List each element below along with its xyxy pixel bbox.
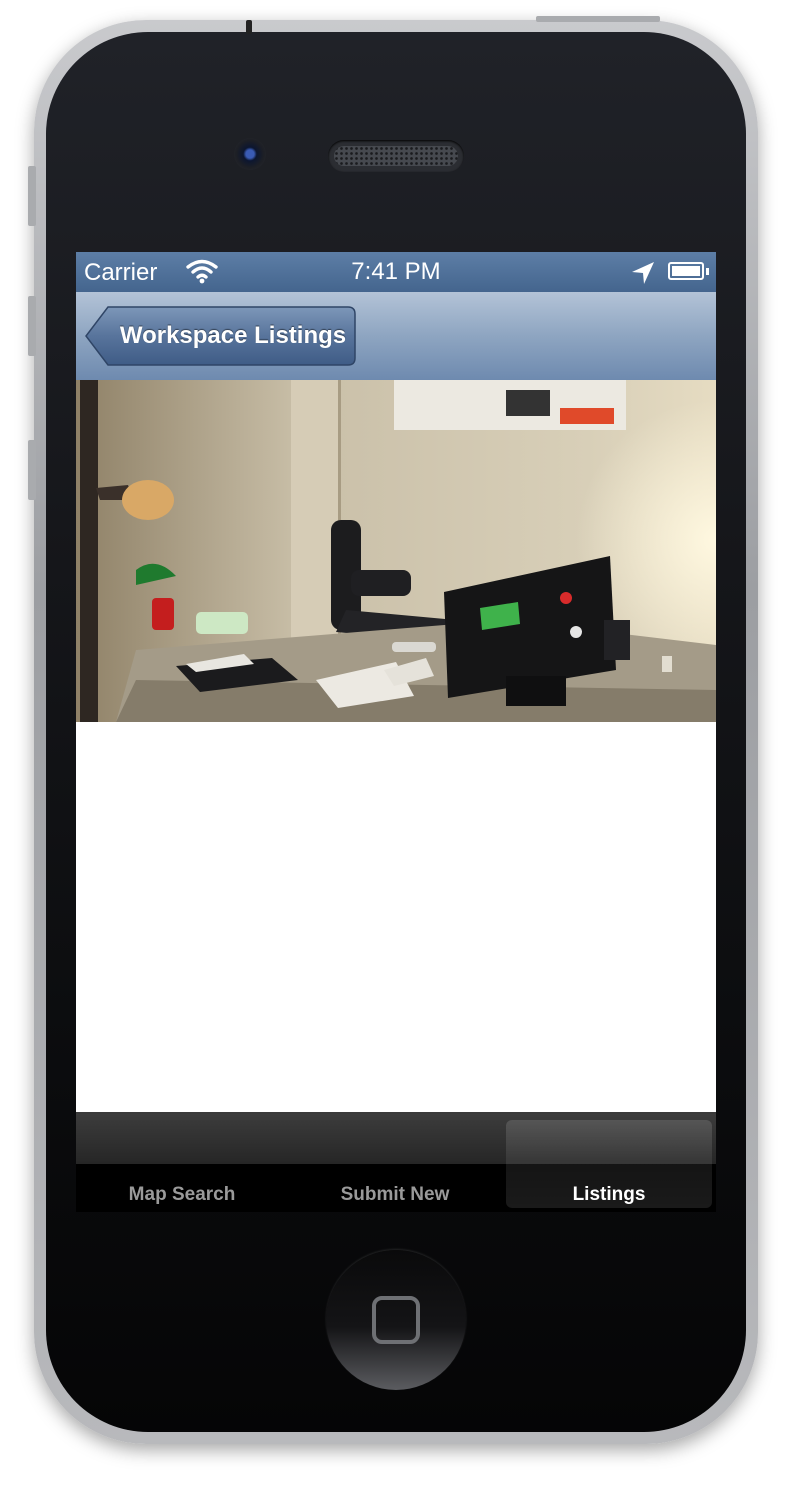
workspace-photo: [76, 380, 716, 722]
tab-bar: Map Search Submit New Listings: [76, 1112, 716, 1212]
back-button[interactable]: Workspace Listings: [84, 306, 356, 366]
silent-switch: [28, 166, 36, 226]
tab-label: Listings: [572, 1184, 646, 1205]
front-camera: [234, 138, 266, 170]
power-button: [536, 16, 660, 22]
volume-up-button: [28, 296, 36, 356]
tab-listings[interactable]: Listings: [506, 1120, 712, 1208]
tab-label: Map Search: [128, 1184, 236, 1205]
workspace-photo-illustration: [76, 380, 716, 722]
home-square-icon: [372, 1296, 420, 1344]
tab-label: Submit New: [340, 1184, 450, 1205]
home-button[interactable]: [326, 1250, 466, 1390]
battery-icon: [668, 262, 704, 280]
tab-map-search[interactable]: Map Search: [76, 1114, 288, 1212]
volume-down-button: [28, 440, 36, 500]
content-area: [76, 722, 716, 1112]
top-notch: [246, 20, 252, 34]
location-arrow-icon: [632, 262, 654, 284]
status-time: 7:41 PM: [351, 258, 441, 285]
earpiece-speaker: [328, 140, 464, 172]
tab-submit-new[interactable]: Submit New: [288, 1114, 502, 1212]
speaker-grill: [334, 146, 458, 166]
status-bar: Carrier 7:41 PM: [76, 252, 716, 292]
navigation-bar: Workspace Listings: [76, 292, 716, 381]
screen: Carrier 7:41 PM Workspace Listings Map S…: [76, 252, 716, 1212]
battery-nub: [706, 268, 709, 275]
back-button-label: Workspace Listings: [119, 322, 347, 349]
